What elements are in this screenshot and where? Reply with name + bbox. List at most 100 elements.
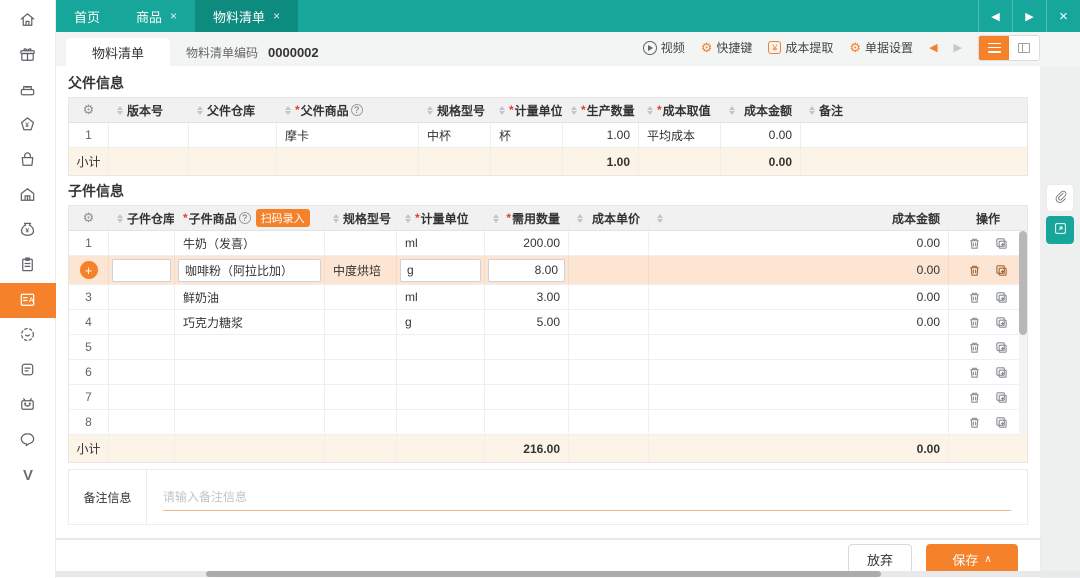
- cell-child-product[interactable]: 鲜奶油: [175, 285, 325, 309]
- sort-icon[interactable]: [427, 105, 433, 115]
- sidebar-item-home[interactable]: [0, 3, 56, 38]
- header-remark[interactable]: 备注: [801, 98, 1027, 122]
- cell-child-unit[interactable]: [397, 410, 485, 434]
- cell-child-product[interactable]: [175, 256, 325, 284]
- header-production-qty[interactable]: * 生产数量: [563, 98, 639, 122]
- column-settings-button[interactable]: ⚙: [69, 206, 109, 230]
- sidebar-item-gift[interactable]: [0, 38, 56, 73]
- cell-required-qty[interactable]: 200.00: [485, 231, 569, 255]
- child-product-input[interactable]: [178, 258, 321, 282]
- tab-home[interactable]: 首页: [56, 0, 118, 32]
- cell-child-warehouse[interactable]: [109, 335, 175, 359]
- help-icon[interactable]: ?: [350, 104, 363, 116]
- header-child-cost-amount[interactable]: 成本金额: [649, 206, 949, 230]
- cell-required-qty[interactable]: [485, 335, 569, 359]
- cell-child-spec[interactable]: [325, 410, 397, 434]
- close-tab-icon[interactable]: ×: [170, 9, 177, 23]
- copy-add-row-icon[interactable]: [995, 341, 1008, 354]
- sidebar-item-tv[interactable]: [0, 388, 56, 423]
- cell-child-product[interactable]: [175, 410, 325, 434]
- header-child-unit[interactable]: * 计量单位: [397, 206, 485, 230]
- cell-unit[interactable]: 杯: [491, 123, 563, 147]
- card-view-button[interactable]: [1009, 35, 1039, 60]
- cell-child-warehouse[interactable]: [109, 385, 175, 409]
- header-spec[interactable]: 规格型号: [419, 98, 491, 122]
- cell-child-product[interactable]: [175, 360, 325, 384]
- cell-version[interactable]: [109, 123, 189, 147]
- required-qty-input[interactable]: [488, 258, 565, 282]
- header-cost-method[interactable]: * 成本取值: [639, 98, 721, 122]
- header-cost-amount[interactable]: 成本金额: [721, 98, 801, 122]
- child-unit-input[interactable]: [400, 258, 481, 282]
- cell-child-product[interactable]: 牛奶（发喜）: [175, 231, 325, 255]
- add-row-icon[interactable]: +: [79, 261, 98, 279]
- cell-child-unit[interactable]: [397, 335, 485, 359]
- scan-entry-badge[interactable]: 扫码录入: [255, 209, 310, 227]
- column-settings-button[interactable]: ⚙: [69, 98, 109, 122]
- cell-child-spec[interactable]: [325, 360, 397, 384]
- cell-child-spec[interactable]: [325, 335, 397, 359]
- cell-child-warehouse[interactable]: [109, 410, 175, 434]
- header-cost-price[interactable]: 成本单价: [569, 206, 649, 230]
- cell-required-qty[interactable]: 3.00: [485, 285, 569, 309]
- delete-row-icon[interactable]: [968, 391, 981, 404]
- cell-spec[interactable]: 中杯: [419, 123, 491, 147]
- cell-cost-price[interactable]: [569, 335, 649, 359]
- cell-child-spec[interactable]: 中度烘培: [325, 256, 397, 284]
- doc-prev-button[interactable]: ◀: [929, 41, 937, 54]
- sort-icon[interactable]: [117, 105, 123, 115]
- sort-icon[interactable]: [197, 105, 203, 115]
- cell-child-warehouse[interactable]: [109, 256, 175, 284]
- sort-icon[interactable]: [577, 213, 583, 223]
- sort-icon[interactable]: [647, 105, 653, 115]
- doc-tab-bom[interactable]: 物料清单: [66, 38, 171, 66]
- delete-row-icon[interactable]: [968, 237, 981, 250]
- copy-add-row-icon[interactable]: [995, 237, 1008, 250]
- cell-child-product[interactable]: [175, 335, 325, 359]
- sidebar-item-version[interactable]: V: [0, 458, 56, 493]
- copy-add-row-icon[interactable]: [995, 291, 1008, 304]
- cell-cost-price[interactable]: [569, 310, 649, 334]
- sidebar-item-purchase[interactable]: [0, 143, 56, 178]
- sort-icon[interactable]: [493, 213, 499, 223]
- cell-cost-price[interactable]: [569, 285, 649, 309]
- cell-required-qty[interactable]: [485, 385, 569, 409]
- header-child-spec[interactable]: 规格型号: [325, 206, 397, 230]
- video-button[interactable]: 视频: [642, 39, 685, 56]
- sidebar-item-notes[interactable]: [0, 353, 56, 388]
- tab-scroll-left-button[interactable]: ◀: [978, 0, 1012, 32]
- tab-goods[interactable]: 商品 ×: [118, 0, 195, 32]
- cell-remark[interactable]: [801, 123, 1027, 147]
- sort-icon[interactable]: [809, 105, 815, 115]
- cell-child-unit[interactable]: [397, 360, 485, 384]
- cancel-button[interactable]: 放弃: [848, 544, 912, 574]
- header-version[interactable]: 版本号: [109, 98, 189, 122]
- cell-child-spec[interactable]: [325, 285, 397, 309]
- sidebar-item-sync[interactable]: [0, 318, 56, 353]
- cell-parent-product[interactable]: 摩卡: [277, 123, 419, 147]
- sidebar-item-bom-active[interactable]: A: [0, 283, 56, 318]
- cell-required-qty[interactable]: [485, 360, 569, 384]
- cell-cost-method[interactable]: 平均成本: [639, 123, 721, 147]
- attachment-button[interactable]: [1046, 184, 1074, 212]
- copy-add-row-icon[interactable]: [995, 391, 1008, 404]
- close-tab-icon[interactable]: ×: [273, 9, 280, 23]
- child-table-scrollbar[interactable]: [1019, 231, 1027, 435]
- cell-child-unit[interactable]: ml: [397, 231, 485, 255]
- list-view-button[interactable]: [979, 35, 1009, 60]
- help-icon[interactable]: ?: [238, 212, 251, 224]
- cell-child-unit[interactable]: [397, 256, 485, 284]
- copy-add-row-icon[interactable]: [995, 416, 1008, 429]
- scrollbar-thumb[interactable]: [1019, 231, 1027, 335]
- cell-child-unit[interactable]: ml: [397, 285, 485, 309]
- sidebar-item-chat[interactable]: [0, 423, 56, 458]
- sidebar-item-cashier[interactable]: [0, 73, 56, 108]
- cell-cost-price[interactable]: [569, 360, 649, 384]
- doc-next-button[interactable]: ▶: [954, 41, 962, 54]
- cell-required-qty[interactable]: [485, 410, 569, 434]
- sidebar-item-funds[interactable]: ¥: [0, 213, 56, 248]
- delete-row-icon[interactable]: [968, 291, 981, 304]
- doc-settings-button[interactable]: ⚙ 单据设置: [849, 39, 913, 56]
- cell-child-product[interactable]: 巧克力糖浆: [175, 310, 325, 334]
- sidebar-item-orders[interactable]: [0, 248, 56, 283]
